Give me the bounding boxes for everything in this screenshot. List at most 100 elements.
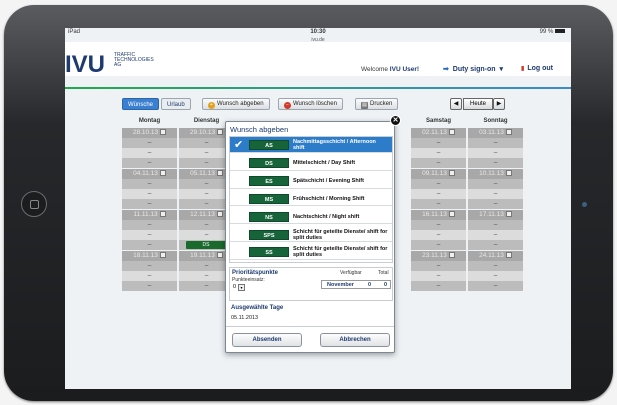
shift-slot[interactable]: – — [411, 189, 466, 199]
tab-urlaub[interactable]: Urlaub — [161, 98, 191, 110]
day-checkbox[interactable] — [448, 129, 455, 135]
shift-slot[interactable]: – — [411, 240, 466, 250]
shift-slot[interactable]: – — [122, 199, 177, 209]
shift-code-badge: SPS — [249, 229, 289, 240]
day-checkbox[interactable] — [217, 129, 224, 135]
home-button[interactable] — [21, 191, 47, 217]
day-checkbox[interactable] — [448, 211, 455, 217]
shift-slot[interactable]: – — [468, 158, 523, 168]
shift-slot[interactable]: – — [468, 271, 523, 281]
priority-points: Prioritätspunkte Punkteeinsatz: Verfügba… — [229, 267, 393, 301]
shift-slot[interactable]: – — [468, 220, 523, 230]
day-checkbox[interactable] — [160, 129, 167, 135]
drucken-button[interactable]: ▤ Drucken — [355, 98, 399, 110]
logout-button[interactable]: ▮ Log out — [521, 65, 553, 72]
calendar-date-cell[interactable]: 16.11.13 — [411, 210, 466, 220]
logo-subtitle: TRAFFIC TECHNOLOGIES AG — [114, 52, 154, 68]
shift-slot[interactable]: – — [411, 261, 466, 271]
shift-list: ✔ AS Nachmittagsschicht / Afternoon shift D… — [229, 136, 393, 263]
shift-slot[interactable]: – — [411, 148, 466, 158]
calendar-date-cell[interactable]: 10.11.13 — [468, 169, 523, 179]
shift-slot[interactable]: – — [468, 148, 523, 158]
shift-option-ss[interactable]: SS Schicht für geteilte Dienste/ shift fo… — [230, 244, 392, 261]
day-checkbox[interactable] — [216, 170, 223, 176]
calendar-date-cell[interactable]: 18.11.13 — [122, 251, 177, 261]
selected-shift-badge[interactable]: DS — [186, 241, 226, 249]
shift-slot[interactable]: – — [411, 220, 466, 230]
shift-option-ds[interactable]: DS Mittelschicht / Day Shift — [230, 154, 392, 171]
shift-slot[interactable]: – — [411, 230, 466, 240]
close-icon[interactable]: ✕ — [390, 115, 401, 126]
shift-slot[interactable]: – — [411, 179, 466, 189]
calendar-date-cell[interactable]: 24.11.13 — [468, 251, 523, 261]
shift-option-sps[interactable]: SPS Schicht für geteilte Dienste/ shift f… — [230, 226, 392, 243]
day-checkbox[interactable] — [159, 252, 166, 258]
day-checkbox[interactable] — [159, 211, 166, 217]
shift-slot[interactable]: – — [122, 230, 177, 240]
shift-slot[interactable]: – — [411, 158, 466, 168]
welcome-text: Welcome IVU User! — [361, 66, 420, 73]
duty-signon-menu[interactable]: ➡ Duty sign-on ▾ — [443, 65, 503, 73]
day-checkbox[interactable] — [505, 211, 512, 217]
shift-option-as[interactable]: ✔ AS Nachmittagsschicht / Afternoon shift — [230, 137, 392, 153]
shift-slot[interactable]: – — [468, 189, 523, 199]
tab-wuensche[interactable]: Wünsche — [122, 98, 160, 110]
prio-month: November — [327, 282, 354, 288]
calendar-date-cell[interactable]: 11.11.13 — [122, 210, 177, 220]
next-week-button[interactable]: ▶ — [493, 98, 505, 110]
shift-option-ns[interactable]: NS Nachtschicht / Night shift — [230, 208, 392, 225]
shift-slot[interactable]: – — [411, 199, 466, 209]
shift-slot[interactable]: – — [468, 138, 523, 148]
shift-option-ms[interactable]: MS Frühschicht / Morning Shift — [230, 190, 392, 207]
shift-slot[interactable]: – — [122, 281, 177, 291]
day-checkbox[interactable] — [448, 170, 455, 176]
status-bar: iPad 10:30 ivu.de 99 % — [65, 28, 571, 43]
day-checkbox[interactable] — [505, 252, 512, 258]
shift-slot[interactable]: – — [122, 220, 177, 230]
shift-slot[interactable]: – — [122, 179, 177, 189]
abbrechen-button[interactable]: Abbrechen — [320, 333, 390, 347]
heute-button[interactable]: Heute — [463, 98, 493, 110]
day-checkbox[interactable] — [448, 252, 455, 258]
shift-option-es[interactable]: ES Spätschicht / Evening Shift — [230, 172, 392, 189]
date-label: 17.11.13 — [479, 211, 504, 218]
day-checkbox[interactable] — [216, 252, 223, 258]
calendar-date-cell[interactable]: 09.11.13 — [411, 169, 466, 179]
shift-slot[interactable]: – — [122, 158, 177, 168]
shift-slot[interactable]: – — [468, 230, 523, 240]
date-label: 02.11.13 — [422, 129, 447, 136]
shift-slot[interactable]: – — [468, 240, 523, 250]
shift-label: Schicht für geteilte Dienste/ shift for … — [293, 228, 388, 241]
shift-slot[interactable]: – — [468, 179, 523, 189]
prev-week-button[interactable]: ◀ — [450, 98, 462, 110]
prio-value-select[interactable]: 0 ▾ — [233, 284, 253, 292]
shift-slot[interactable]: – — [411, 281, 466, 291]
shift-slot[interactable]: – — [122, 271, 177, 281]
shift-slot[interactable]: – — [122, 240, 177, 250]
calendar-date-cell[interactable]: 03.11.13 — [468, 128, 523, 138]
shift-slot[interactable]: – — [411, 138, 466, 148]
shift-label: Spätschicht / Evening Shift — [293, 177, 364, 184]
home-icon — [30, 200, 39, 209]
shift-slot[interactable]: – — [122, 261, 177, 271]
shift-slot[interactable]: – — [468, 281, 523, 291]
check-icon: ✔ — [234, 139, 244, 151]
shift-slot[interactable]: – — [468, 261, 523, 271]
shift-slot[interactable]: – — [122, 148, 177, 158]
wunsch-loeschen-button[interactable]: − Wunsch löschen — [278, 98, 343, 110]
calendar-date-cell[interactable]: 23.11.13 — [411, 251, 466, 261]
calendar-date-cell[interactable]: 02.11.13 — [411, 128, 466, 138]
shift-slot[interactable]: – — [411, 271, 466, 281]
calendar-date-cell[interactable]: 17.11.13 — [468, 210, 523, 220]
calendar-date-cell[interactable]: 04.11.13 — [122, 169, 177, 179]
day-checkbox[interactable] — [216, 211, 223, 217]
shift-slot[interactable]: – — [122, 189, 177, 199]
calendar-date-cell[interactable]: 28.10.13 — [122, 128, 177, 138]
day-checkbox[interactable] — [505, 170, 512, 176]
shift-slot[interactable]: – — [468, 199, 523, 209]
day-checkbox[interactable] — [505, 129, 512, 135]
day-checkbox[interactable] — [159, 170, 166, 176]
wunsch-abgeben-button[interactable]: + Wunsch abgeben — [202, 98, 270, 110]
shift-slot[interactable]: – — [122, 138, 177, 148]
absenden-button[interactable]: Absenden — [232, 333, 302, 347]
